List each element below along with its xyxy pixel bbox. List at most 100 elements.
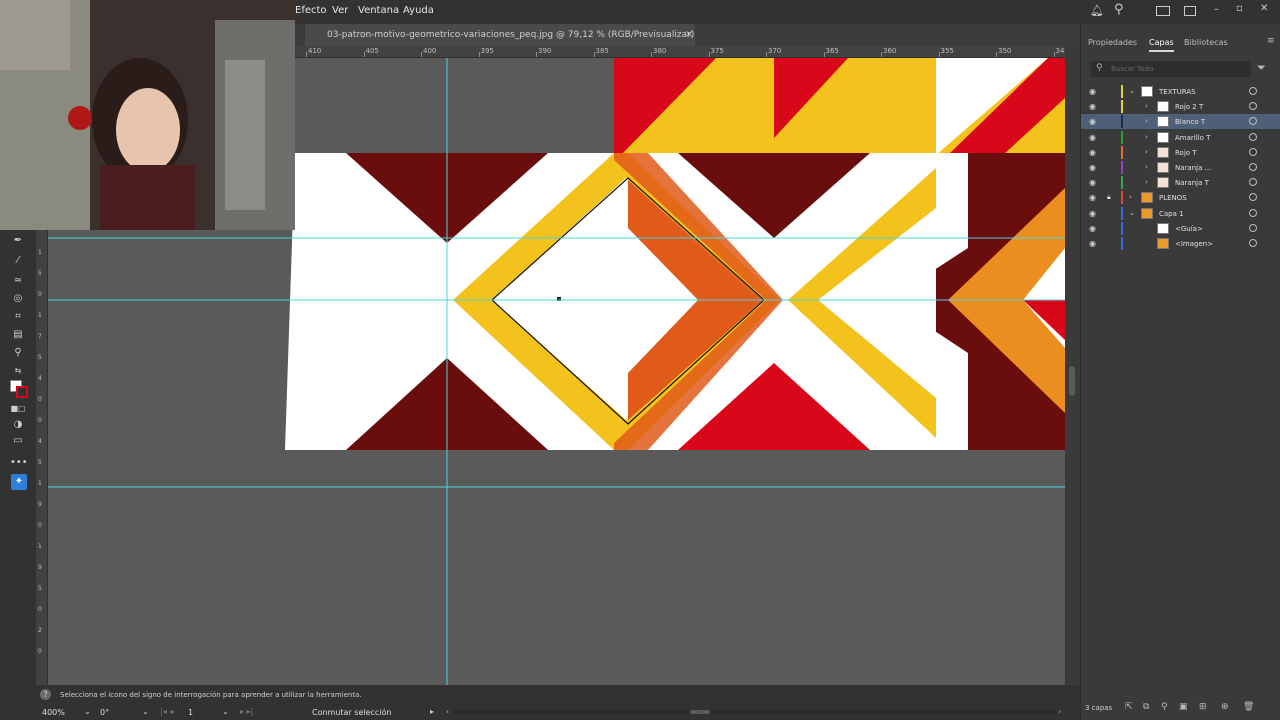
document-tab[interactable]: 03-patron-motivo-geometrico-variaciones_… xyxy=(305,24,695,46)
status-arrow-icon[interactable]: ▸ xyxy=(430,707,434,716)
panel-menu-icon[interactable]: ≡ xyxy=(1267,36,1275,46)
scroll-left-icon[interactable]: ‹ xyxy=(446,707,449,716)
visibility-eye-icon[interactable]: ◉ xyxy=(1089,102,1096,111)
expand-chevron-icon[interactable]: › xyxy=(1145,178,1148,186)
visibility-eye-icon[interactable]: ◉ xyxy=(1089,224,1096,233)
layer-row[interactable]: ◉ › Naranja T xyxy=(1081,175,1280,190)
minimize-icon[interactable]: – xyxy=(1214,4,1219,15)
swap-colors-icon[interactable]: ⇆ xyxy=(10,364,26,378)
target-circle-icon[interactable] xyxy=(1249,102,1257,111)
target-circle-icon[interactable] xyxy=(1249,147,1257,156)
close-window-icon[interactable]: ✕ xyxy=(1260,3,1268,14)
rotation-value[interactable]: 0° xyxy=(100,708,109,717)
layer-row[interactable]: ◉ › Rojo T xyxy=(1081,145,1280,160)
scroll-right-icon[interactable]: › xyxy=(1058,707,1061,716)
search-icon[interactable]: ⚲ xyxy=(1114,2,1124,17)
tab-capas[interactable]: Capas xyxy=(1149,38,1174,52)
target-circle-icon[interactable] xyxy=(1249,208,1257,217)
layer-row[interactable]: ◉ › Naranja ... xyxy=(1081,160,1280,175)
draw-mode-icon[interactable]: ◑ xyxy=(10,418,26,432)
active-tool-icon[interactable]: ✦ xyxy=(11,474,27,490)
expand-chevron-icon[interactable]: › xyxy=(1145,148,1148,156)
expand-chevron-icon[interactable]: ⌄ xyxy=(1129,87,1135,95)
tab-propiedades[interactable]: Propiedades xyxy=(1088,38,1137,47)
visibility-eye-icon[interactable]: ◉ xyxy=(1089,178,1096,187)
filter-icon[interactable]: ⏷ xyxy=(1257,61,1266,75)
artboard-icon[interactable]: ⌗ xyxy=(10,310,26,324)
visibility-eye-icon[interactable]: ◉ xyxy=(1089,209,1096,218)
vertical-ruler[interactable]: 1 5 0 1 7 5 4 0 0 4 5 1 9 0 1 9 5 0 2 0 xyxy=(36,230,48,685)
menu-ventana[interactable]: Ventana xyxy=(358,5,399,16)
target-circle-icon[interactable] xyxy=(1249,87,1257,95)
target-circle-icon[interactable] xyxy=(1249,193,1257,202)
collect-icon[interactable]: ⧉ xyxy=(1143,702,1149,712)
target-circle-icon[interactable] xyxy=(1249,178,1257,187)
layer-row[interactable]: ◉ ⌄ TEXTURAS xyxy=(1081,84,1280,99)
zoom-value[interactable]: 400% xyxy=(42,708,65,717)
visibility-eye-icon[interactable]: ◉ xyxy=(1089,133,1096,142)
expand-chevron-icon[interactable]: › xyxy=(1145,117,1148,125)
expand-chevron-icon[interactable]: › xyxy=(1145,163,1148,171)
target-circle-icon[interactable] xyxy=(1249,132,1257,141)
artboard-number[interactable]: 1 xyxy=(188,708,193,717)
menu-ver[interactable]: Ver xyxy=(332,5,348,16)
layer-row[interactable]: ◉ <Imagen> xyxy=(1081,236,1280,251)
visibility-eye-icon[interactable]: ◉ xyxy=(1089,163,1096,172)
layer-row[interactable]: ◉ › Rojo 2 T xyxy=(1081,99,1280,114)
layer-row[interactable]: ◉ › Blanco T xyxy=(1081,114,1280,130)
visibility-eye-icon[interactable]: ◉ xyxy=(1089,239,1096,248)
horizontal-ruler[interactable]: 410 405 400 395 390 385 380 375 370 365 360 355 350 3… xyxy=(295,46,1080,58)
export-icon[interactable]: ⇱ xyxy=(1125,702,1133,712)
menu-ayuda[interactable]: Ayuda xyxy=(403,5,434,16)
tab-bibliotecas[interactable]: Bibliotecas xyxy=(1184,38,1228,47)
target-circle-icon[interactable] xyxy=(1249,163,1257,171)
color-mode-icon[interactable]: ■▢ xyxy=(10,402,26,416)
close-tab-icon[interactable]: × xyxy=(685,29,693,40)
expand-chevron-icon[interactable]: › xyxy=(1129,193,1132,201)
maximize-icon[interactable]: ▫ xyxy=(1236,3,1243,14)
workspace-icon[interactable] xyxy=(1156,6,1170,16)
expand-chevron-icon[interactable]: › xyxy=(1145,133,1148,141)
layer-row[interactable]: ◉ 🔒︎ › PLENOS xyxy=(1081,190,1280,205)
new-sublayer-icon[interactable]: ⊞ xyxy=(1199,702,1207,712)
zoom-tool-icon[interactable]: ⚲ xyxy=(10,346,26,360)
brush-icon[interactable]: ≈ xyxy=(10,274,26,288)
target-circle-icon[interactable] xyxy=(1249,239,1257,247)
horizontal-scrollbar[interactable] xyxy=(455,710,1055,714)
visibility-eye-icon[interactable]: ◉ xyxy=(1089,117,1096,126)
arrange-icon[interactable] xyxy=(1184,6,1196,16)
layer-row[interactable]: ◉ › Amarillo T xyxy=(1081,130,1280,145)
visibility-eye-icon[interactable]: ◉ xyxy=(1089,87,1096,96)
new-layer-icon[interactable]: ⊕ xyxy=(1221,702,1229,712)
clipping-mask-icon[interactable]: ▣ xyxy=(1179,702,1188,712)
scroll-thumb[interactable] xyxy=(1069,366,1075,396)
target-circle-icon[interactable] xyxy=(1249,223,1257,232)
expand-chevron-icon[interactable]: › xyxy=(1145,102,1148,110)
bell-icon[interactable]: 🔔︎ xyxy=(1090,4,1104,17)
layer-row[interactable]: ◉ ⌄ Capa 1 xyxy=(1081,206,1280,221)
delete-layer-icon[interactable]: 🗑︎ xyxy=(1243,702,1254,712)
screen-mode-icon[interactable]: ▭ xyxy=(10,434,26,448)
h-scroll-thumb[interactable] xyxy=(690,710,710,714)
menu-efecto[interactable]: Efecto xyxy=(295,5,327,16)
help-icon[interactable]: ? xyxy=(40,689,51,700)
visibility-eye-icon[interactable]: ◉ xyxy=(1089,193,1096,202)
vertical-scrollbar[interactable] xyxy=(1065,46,1080,685)
expand-chevron-icon[interactable]: ⌄ xyxy=(1129,209,1135,217)
more-tools-icon[interactable]: ••• xyxy=(10,456,28,470)
layer-row[interactable]: ◉ <Guía> xyxy=(1081,221,1280,236)
zoom-dropdown-icon[interactable]: ⌄ xyxy=(84,707,91,716)
stroke-color-swatch[interactable] xyxy=(16,386,28,398)
rotation-dropdown-icon[interactable]: ⌄ xyxy=(142,707,149,716)
first-artboard-icon[interactable]: |◂ ◂ xyxy=(160,707,173,716)
eyedropper-icon[interactable]: ⁄ xyxy=(10,254,26,268)
visibility-eye-icon[interactable]: ◉ xyxy=(1089,148,1096,157)
layer-search-field[interactable]: ⚲ Buscar Todo xyxy=(1091,61,1251,77)
locate-icon[interactable]: ⚲ xyxy=(1161,702,1168,712)
lock-icon[interactable]: 🔒︎ xyxy=(1107,193,1111,202)
artboard-dropdown-icon[interactable]: ⌄ xyxy=(222,707,229,716)
chart-tool-icon[interactable]: ▤ xyxy=(10,328,26,342)
pen-tool-icon[interactable]: ✒ xyxy=(10,234,26,248)
shape-builder-icon[interactable]: ◎ xyxy=(10,292,26,306)
last-artboard-icon[interactable]: ▸ ▸| xyxy=(240,707,253,716)
